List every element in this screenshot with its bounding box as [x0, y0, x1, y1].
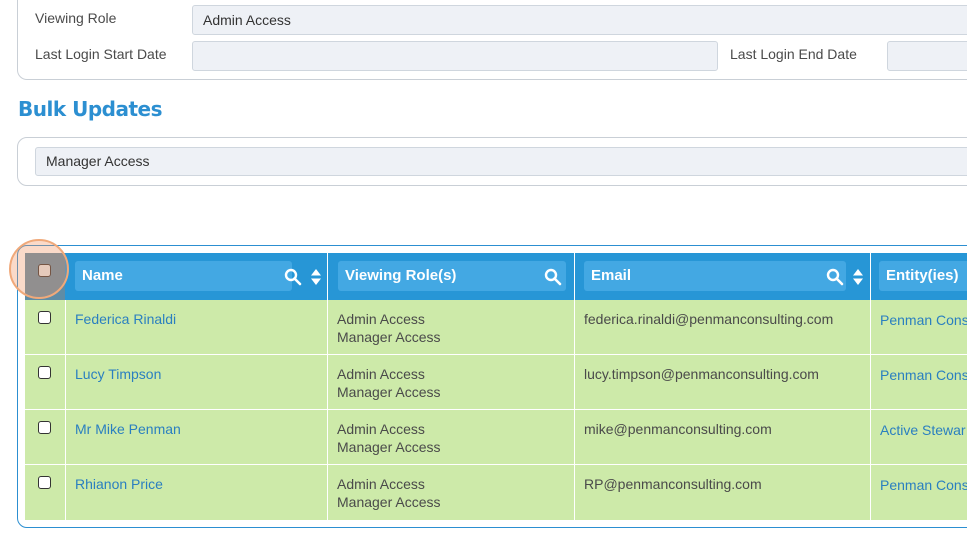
role-text: Admin Access	[337, 366, 425, 382]
col-email-label: Email	[584, 261, 846, 291]
last-login-start-label: Last Login Start Date	[35, 46, 167, 62]
col-viewing-roles: Viewing Role(s)	[328, 253, 575, 300]
user-name-link[interactable]: Federica Rinaldi	[75, 310, 176, 328]
last-login-end-label: Last Login End Date	[730, 46, 857, 62]
email-text: federica.rinaldi@penmanconsulting.com	[584, 311, 834, 327]
last-login-end-field[interactable]	[887, 41, 967, 71]
col-entities: Entity(ies)	[871, 253, 967, 300]
user-name-link[interactable]: Rhianon Price	[75, 475, 163, 493]
role-text: Admin Access	[337, 311, 425, 327]
col-entities-label: Entity(ies)	[879, 261, 967, 291]
row-checkbox[interactable]	[38, 421, 51, 434]
search-icon[interactable]	[826, 268, 844, 286]
bulk-role-select[interactable]: Manager Access	[35, 147, 967, 176]
bulk-updates-title: Bulk Updates	[18, 97, 163, 121]
email-text: mike@penmanconsulting.com	[584, 421, 772, 437]
entity-link[interactable]: Active Stewar	[880, 421, 966, 439]
table-row[interactable]: Lucy Timpson Admin Access Manager Access…	[25, 355, 967, 410]
entity-link[interactable]: Penman Cons	[880, 476, 967, 494]
row-checkbox[interactable]	[38, 476, 51, 489]
click-highlight	[9, 239, 69, 299]
sort-icon[interactable]	[311, 268, 321, 286]
viewing-role-field[interactable]: Admin Access	[192, 5, 967, 35]
role-text: Manager Access	[337, 494, 441, 510]
role-text: Admin Access	[337, 476, 425, 492]
search-icon[interactable]	[284, 268, 302, 286]
table-row[interactable]: Mr Mike Penman Admin Access Manager Acce…	[25, 410, 967, 465]
role-text: Manager Access	[337, 384, 441, 400]
entity-link[interactable]: Penman Cons	[880, 311, 967, 329]
last-login-start-field[interactable]	[192, 41, 718, 71]
user-name-link[interactable]: Lucy Timpson	[75, 365, 161, 383]
sort-icon[interactable]	[853, 268, 863, 286]
table-row[interactable]: Federica Rinaldi Admin Access Manager Ac…	[25, 300, 967, 355]
col-name-label: Name	[75, 261, 292, 291]
entity-link[interactable]: Penman Cons	[880, 366, 967, 384]
col-email: Email	[575, 253, 871, 300]
search-icon[interactable]	[544, 268, 562, 286]
table-header: Name Viewing Role(s) Email Entity(ies)	[25, 253, 967, 300]
role-text: Manager Access	[337, 329, 441, 345]
table-body: Federica Rinaldi Admin Access Manager Ac…	[25, 300, 967, 520]
col-viewing-roles-label: Viewing Role(s)	[338, 261, 566, 291]
email-text: lucy.timpson@penmanconsulting.com	[584, 366, 819, 382]
viewing-role-label: Viewing Role	[35, 10, 117, 26]
row-checkbox[interactable]	[38, 366, 51, 379]
row-checkbox[interactable]	[38, 311, 51, 324]
user-name-link[interactable]: Mr Mike Penman	[75, 420, 181, 438]
table-row[interactable]: Rhianon Price Admin Access Manager Acces…	[25, 465, 967, 520]
role-text: Manager Access	[337, 439, 441, 455]
email-text: RP@penmanconsulting.com	[584, 476, 762, 492]
col-name: Name	[65, 253, 328, 300]
role-text: Admin Access	[337, 421, 425, 437]
